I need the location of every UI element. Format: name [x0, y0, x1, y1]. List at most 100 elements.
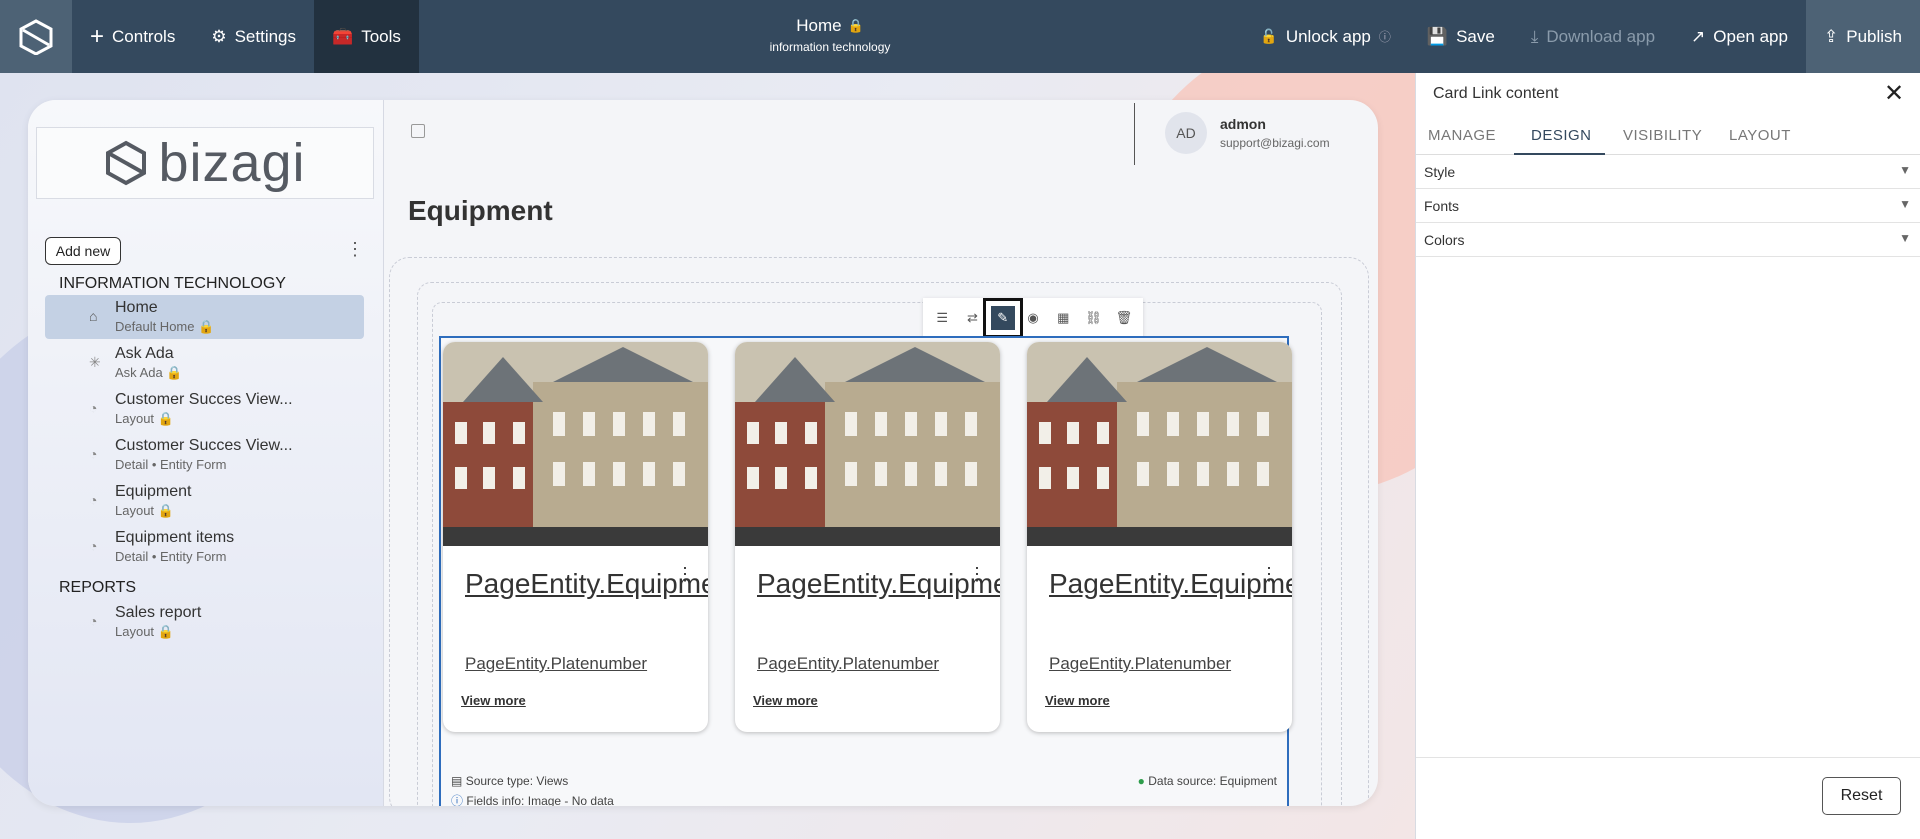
- more-options-icon[interactable]: ⋮: [676, 564, 694, 585]
- page-icon: ◔: [89, 613, 98, 629]
- publish-icon: ⇪: [1823, 26, 1839, 46]
- view-more-link[interactable]: View more: [1045, 693, 1110, 708]
- sidebar-item-ask-ada[interactable]: ✳ Ask Ada Ask Ada 🔒: [45, 341, 364, 385]
- sidebar-item-label: Customer Succes View...: [115, 391, 293, 408]
- sparkle-icon: ✳: [89, 354, 101, 370]
- tab-layout[interactable]: LAYOUT: [1729, 127, 1791, 144]
- trash-icon[interactable]: 🗑: [1112, 306, 1136, 330]
- accordion-colors[interactable]: Colors ▼: [1416, 223, 1920, 257]
- sidebar-item-sub: Layout 🔒: [115, 624, 174, 639]
- sidebar-item-sub: Detail • Entity Form: [115, 549, 227, 564]
- add-new-button[interactable]: Add new: [45, 237, 121, 265]
- gear-icon: ⚙: [211, 26, 227, 46]
- sidebar-item-label: Equipment: [115, 483, 192, 500]
- fields-info: ⓘ Fields info: Image - No data: [451, 794, 614, 806]
- sidebar-item-equipment-items[interactable]: ◔ Equipment items Detail • Entity Form: [45, 525, 364, 569]
- check-circle-icon: ●: [1137, 774, 1145, 788]
- sliders-icon[interactable]: ☰: [930, 306, 954, 330]
- user-name: admon: [1220, 116, 1266, 132]
- settings-label: Settings: [234, 26, 297, 46]
- sidebar-item-customer-success-detail[interactable]: ◔ Customer Succes View... Detail • Entit…: [45, 433, 364, 477]
- plus-icon: +: [90, 22, 105, 50]
- tab-manage[interactable]: MANAGE: [1428, 127, 1496, 144]
- app-main: AD admon support@bizagi.com Equipment ☰ …: [385, 100, 1378, 806]
- tab-design[interactable]: DESIGN: [1531, 127, 1592, 144]
- accordion-style[interactable]: Style ▼: [1416, 155, 1920, 189]
- app-sidebar: bizagi Add new ⋮ INFORMATION TECHNOLOGY …: [28, 100, 384, 806]
- section-title-it: INFORMATION TECHNOLOGY: [59, 275, 286, 292]
- save-button[interactable]: 💾 Save: [1409, 0, 1513, 73]
- card-item[interactable]: PageEntity.Equipmentname ⋮ PageEntity.Pl…: [443, 342, 708, 732]
- sidebar-item-sales-report[interactable]: ◔ Sales report Layout 🔒: [45, 600, 364, 644]
- card-link-control[interactable]: PageEntity.Equipmentname ⋮ PageEntity.Pl…: [439, 336, 1292, 806]
- sidebar-item-sub: Ask Ada 🔒: [115, 365, 183, 380]
- controls-button[interactable]: + Controls: [72, 0, 193, 73]
- open-label: Open app: [1713, 26, 1788, 46]
- avatar[interactable]: AD: [1165, 112, 1207, 154]
- page-icon: ◔: [89, 538, 98, 554]
- card-title[interactable]: PageEntity.Equipmentname: [1049, 564, 1292, 604]
- data-source-info: ● Data source: Equipment: [1137, 774, 1277, 788]
- section-title-reports: REPORTS: [59, 579, 137, 596]
- building-image: [735, 342, 1000, 546]
- home-icon: ⌂: [89, 308, 98, 324]
- more-options-icon[interactable]: ⋮: [968, 564, 986, 585]
- save-icon: 💾: [1426, 26, 1449, 46]
- tab-visibility[interactable]: VISIBILITY: [1623, 127, 1702, 144]
- settings-button[interactable]: ⚙ Settings: [193, 0, 314, 73]
- more-options-icon[interactable]: ⋮: [346, 239, 364, 260]
- publish-label: Publish: [1846, 26, 1902, 46]
- view-more-link[interactable]: View more: [461, 693, 526, 708]
- pencil-icon[interactable]: ✎: [982, 298, 1023, 338]
- app-preview: bizagi Add new ⋮ INFORMATION TECHNOLOGY …: [28, 100, 1378, 806]
- lock-icon: 🔒: [847, 18, 864, 33]
- unlock-app-button[interactable]: 🔓 Unlock app ⓘ: [1242, 0, 1409, 73]
- card-title[interactable]: PageEntity.Equipmentname: [465, 564, 708, 604]
- layout-icon[interactable]: ▦: [1051, 306, 1075, 330]
- view-more-link[interactable]: View more: [753, 693, 818, 708]
- user-email: support@bizagi.com: [1220, 136, 1330, 150]
- card-item[interactable]: PageEntity.Equipmentname ⋮ PageEntity.Pl…: [1027, 342, 1292, 732]
- reset-button[interactable]: Reset: [1822, 777, 1901, 815]
- panel-footer: Reset: [1416, 757, 1920, 839]
- control-toolbar: ☰ ⇄ ✎ ◉ ▦ ⛓ 🗑: [923, 298, 1143, 338]
- page-title: Equipment: [408, 195, 553, 226]
- building-image: [1027, 342, 1292, 546]
- more-options-icon[interactable]: ⋮: [1260, 564, 1278, 585]
- accordion-fonts[interactable]: Fonts ▼: [1416, 189, 1920, 223]
- info-icon: ⓘ: [451, 794, 464, 806]
- eye-icon[interactable]: ◉: [1021, 306, 1045, 330]
- save-label: Save: [1456, 26, 1495, 46]
- sidebar-item-equipment[interactable]: ◔ Equipment Layout 🔒: [45, 479, 364, 523]
- sidebar-item-home[interactable]: ⌂ Home Default Home 🔒: [45, 295, 364, 339]
- database-icon: ▤: [451, 774, 463, 788]
- open-app-button[interactable]: ↗ Open app: [1673, 0, 1806, 73]
- external-link-icon: ↗: [1691, 26, 1706, 46]
- sidebar-item-sub: Default Home 🔒: [115, 319, 215, 334]
- page-icon: ◔: [89, 400, 98, 416]
- link-icon[interactable]: ⛓: [1082, 306, 1106, 330]
- card-subtitle[interactable]: PageEntity.Platenumber: [1049, 654, 1231, 674]
- sidebar-item-customer-success-layout[interactable]: ◔ Customer Succes View... Layout 🔒: [45, 387, 364, 431]
- building-image: [443, 342, 708, 546]
- panel-title: Card Link content: [1433, 85, 1559, 102]
- app-logo[interactable]: [0, 0, 72, 73]
- swap-icon[interactable]: ⇄: [960, 306, 984, 330]
- close-icon[interactable]: ✕: [1884, 79, 1904, 108]
- sidebar-item-label: Customer Succes View...: [115, 437, 293, 454]
- info-icon: ⓘ: [1378, 30, 1391, 44]
- collapse-sidebar-icon[interactable]: [411, 124, 425, 138]
- card-subtitle[interactable]: PageEntity.Platenumber: [757, 654, 939, 674]
- publish-button[interactable]: ⇪ Publish: [1805, 0, 1920, 73]
- chevron-down-icon: ▼: [1899, 231, 1911, 245]
- panel-tabs: MANAGE DESIGN VISIBILITY LAYOUT: [1416, 119, 1920, 155]
- card-subtitle[interactable]: PageEntity.Platenumber: [465, 654, 647, 674]
- tools-button[interactable]: 🧰 Tools: [314, 0, 419, 73]
- tools-label: Tools: [361, 26, 401, 46]
- card-item[interactable]: PageEntity.Equipmentname ⋮ PageEntity.Pl…: [735, 342, 1000, 732]
- sidebar-item-sub: Detail • Entity Form: [115, 457, 227, 472]
- card-title[interactable]: PageEntity.Equipmentname: [757, 564, 1000, 604]
- sidebar-item-label: Equipment items: [115, 529, 235, 546]
- download-app-button[interactable]: ⤓ Download app: [1513, 0, 1673, 73]
- sidebar-item-label: Ask Ada: [115, 345, 174, 362]
